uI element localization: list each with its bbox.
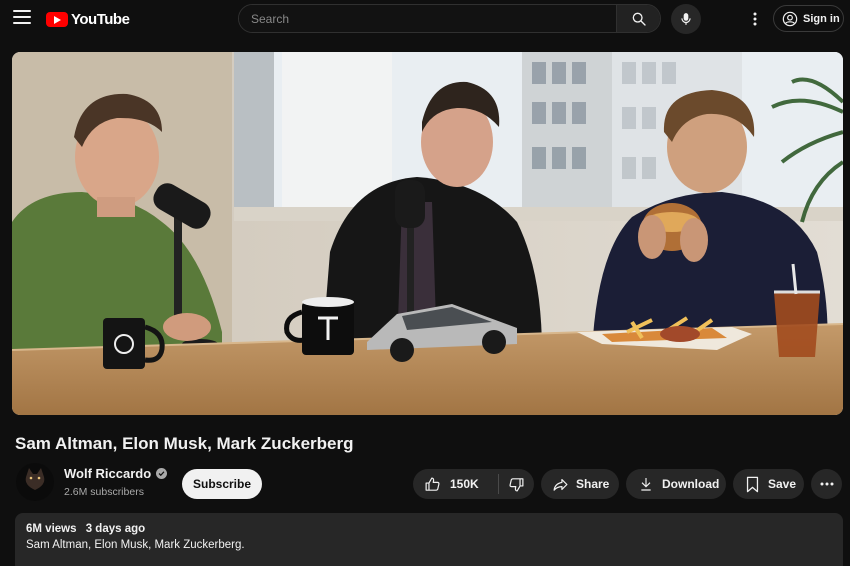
thumb-up-icon xyxy=(425,477,440,491)
upload-date: 3 days ago xyxy=(85,523,146,535)
sign-in-button[interactable]: Sign in xyxy=(773,5,844,32)
top-bar: YouTube Sign in xyxy=(0,0,850,38)
subscribe-button[interactable]: Subscribe xyxy=(182,469,262,499)
share-label: Share xyxy=(576,477,610,491)
search-bar xyxy=(238,4,661,33)
search-button[interactable] xyxy=(616,5,660,32)
video-title: Sam Altman, Elon Musk, Mark Zuckerberg xyxy=(15,434,354,453)
channel-avatar[interactable] xyxy=(16,463,54,501)
description-text: Sam Altman, Elon Musk, Mark Zuckerberg. xyxy=(26,539,245,551)
voice-search-button[interactable] xyxy=(671,4,701,34)
download-button[interactable]: Download xyxy=(626,469,726,499)
description-box[interactable]: 6M views 3 days ago Sam Altman, Elon Mus… xyxy=(15,513,843,566)
share-icon xyxy=(553,478,568,491)
like-count: 150K xyxy=(450,477,479,491)
channel-name[interactable]: Wolf Riccardo xyxy=(64,466,168,481)
like-dislike-group: 150K xyxy=(413,469,534,499)
video-meta: 6M views 3 days ago xyxy=(26,523,832,535)
search-icon xyxy=(632,12,646,26)
channel-name-text: Wolf Riccardo xyxy=(64,466,152,481)
youtube-logo[interactable]: YouTube xyxy=(46,9,130,29)
more-actions-button[interactable] xyxy=(811,469,842,499)
thumb-down-icon xyxy=(509,477,524,491)
youtube-logo-icon xyxy=(46,11,68,27)
mic-icon xyxy=(681,13,691,25)
account-icon xyxy=(782,11,798,26)
save-label: Save xyxy=(768,477,797,491)
wolf-avatar-image xyxy=(16,463,54,501)
menu-icon[interactable] xyxy=(13,10,31,26)
download-icon xyxy=(641,478,651,491)
download-label: Download xyxy=(662,477,720,491)
search-input[interactable] xyxy=(239,5,616,32)
save-button[interactable]: Save xyxy=(733,469,804,499)
more-horiz-icon xyxy=(820,482,833,486)
video-frame xyxy=(12,52,843,415)
sign-in-label: Sign in xyxy=(803,12,840,25)
like-button[interactable]: 150K xyxy=(413,469,498,499)
settings-more-button[interactable] xyxy=(744,8,766,30)
subscriber-count: 2.6M subscribers xyxy=(64,486,144,498)
video-player[interactable] xyxy=(12,52,843,415)
more-vert-icon xyxy=(753,12,757,26)
save-icon xyxy=(746,476,759,492)
logo-text: YouTube xyxy=(71,10,130,28)
view-count: 6M views xyxy=(26,523,77,535)
dislike-button[interactable] xyxy=(499,469,534,499)
share-button[interactable]: Share xyxy=(541,469,619,499)
verified-icon xyxy=(156,468,168,479)
